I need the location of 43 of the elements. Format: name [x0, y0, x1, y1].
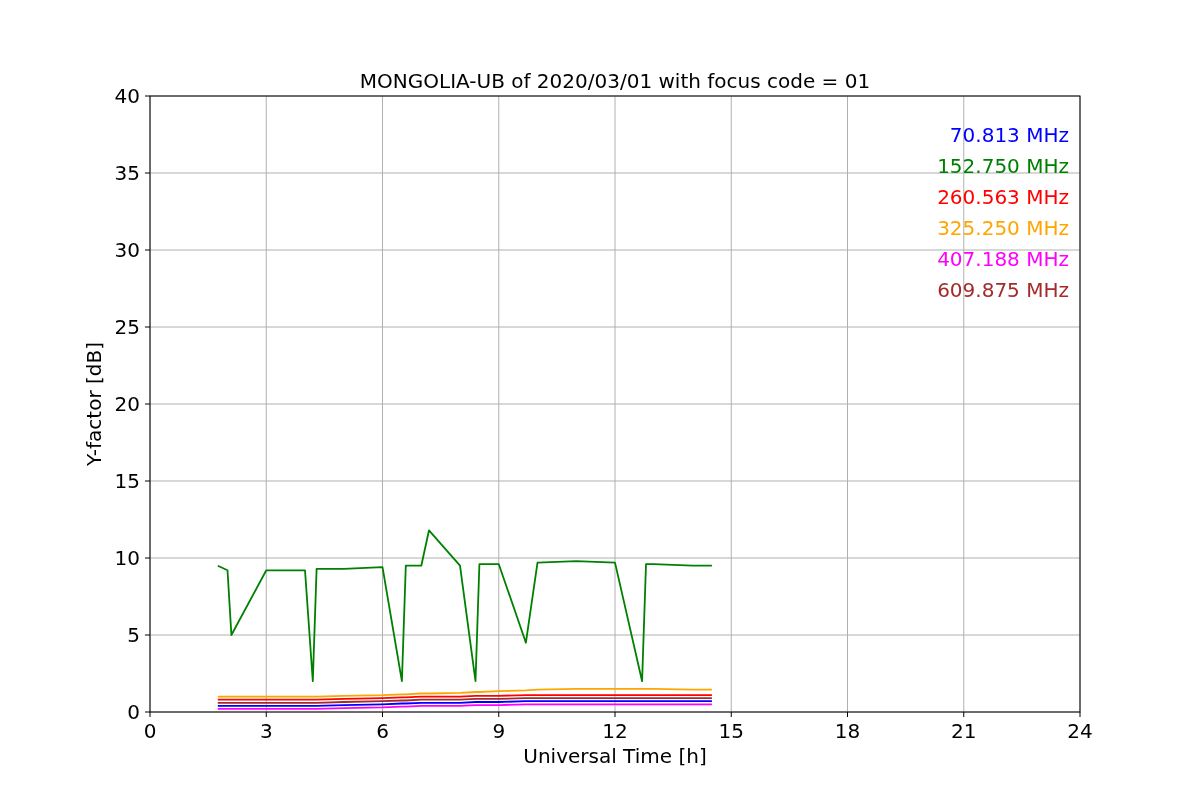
tick-mark — [144, 634, 151, 636]
tick-mark — [144, 326, 151, 328]
tick-mark — [498, 711, 500, 718]
y-tick-label: 25 — [114, 315, 140, 339]
legend-label: 609.875 MHz — [937, 278, 1069, 302]
tick-mark — [382, 711, 383, 718]
x-tick-label: 9 — [492, 719, 506, 743]
y-tick-label: 5 — [127, 623, 140, 647]
legend-label: 70.813 MHz — [949, 123, 1069, 147]
y-axis-label: Y-factor [dB] — [82, 342, 106, 466]
legend-label: 407.188 MHz — [937, 247, 1069, 271]
x-tick-label: 3 — [259, 719, 273, 743]
x-tick-label: 24 — [1067, 719, 1093, 743]
x-tick-label: 21 — [951, 719, 977, 743]
legend-label: 325.250 MHz — [937, 216, 1069, 240]
x-axis-label: Universal Time [h] — [523, 744, 707, 768]
tick-mark — [144, 403, 151, 405]
tick-mark — [144, 95, 151, 97]
y-tick-label: 40 — [114, 84, 140, 108]
tick-mark — [144, 172, 151, 174]
x-tick-label: 6 — [376, 719, 389, 743]
x-tick-label: 12 — [602, 719, 628, 743]
tick-mark — [963, 711, 965, 718]
legend-label: 260.563 MHz — [937, 185, 1069, 209]
tick-mark — [847, 711, 848, 718]
x-tick-label: 15 — [718, 719, 744, 743]
y-tick-label: 10 — [114, 546, 140, 570]
y-tick-label: 0 — [127, 700, 140, 724]
y-tick-label: 30 — [114, 238, 140, 262]
tick-mark — [144, 480, 151, 482]
y-tick-label: 35 — [114, 161, 140, 185]
y-tick-label: 15 — [114, 469, 140, 493]
tick-mark — [144, 249, 151, 251]
legend-label: 152.750 MHz — [937, 154, 1069, 178]
tick-mark — [730, 711, 732, 718]
x-tick-label: 0 — [143, 719, 157, 743]
y-tick-label: 20 — [114, 392, 140, 416]
x-tick-label: 18 — [834, 719, 861, 743]
tick-mark — [614, 711, 616, 718]
tick-mark — [1079, 711, 1081, 718]
chart-title: MONGOLIA-UB of 2020/03/01 with focus code = 01 — [359, 69, 871, 93]
tick-mark — [144, 557, 151, 559]
tick-mark — [265, 711, 267, 718]
